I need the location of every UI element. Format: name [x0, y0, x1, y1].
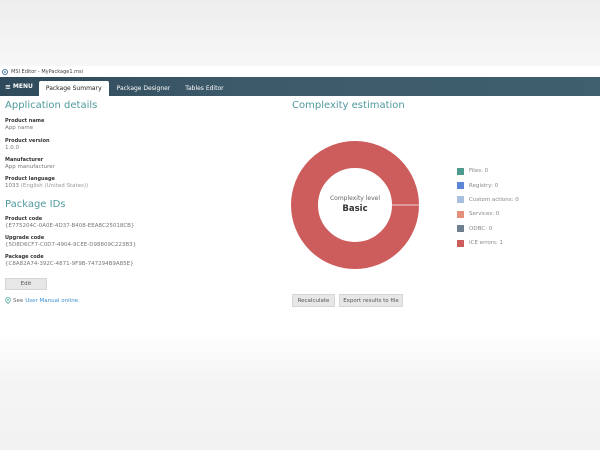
- legend-label-ice-errors: ICE errors: 1: [469, 240, 503, 247]
- legend-label-files: Files: 0: [469, 168, 489, 175]
- package-code-value: {C8A82A74-392C-4871-9F9B-747294B9A85E}: [5, 261, 134, 267]
- complexity-level-value: Basic: [342, 204, 368, 214]
- legend-item-ice-errors: ICE errors: 1: [457, 236, 519, 250]
- tab-package-designer[interactable]: Package Designer: [110, 81, 178, 96]
- legend-swatch-registry: [457, 182, 464, 190]
- product-language-label: Product language: [5, 176, 55, 182]
- product-name-label: Product name: [5, 118, 45, 124]
- help-prefix: See: [13, 297, 24, 304]
- legend-item-odbc: ODBC: 0: [457, 222, 519, 236]
- complexity-heading: Complexity estimation: [292, 100, 405, 111]
- upgrade-code-value: {5D8D6CF7-C0D7-4904-9CEE-D98809C223B3}: [5, 242, 137, 248]
- product-language-hint: (English (United States)): [20, 183, 89, 189]
- app-icon: [2, 68, 8, 75]
- product-name-value: App name: [5, 125, 34, 131]
- product-version-label: Product version: [5, 138, 50, 144]
- export-results-button[interactable]: Export results to file: [339, 294, 403, 307]
- product-code-label: Product code: [5, 216, 43, 222]
- upgrade-code-label: Upgrade code: [5, 235, 45, 241]
- legend-item-services: Services: 0: [457, 207, 519, 221]
- legend-label-services: Services: 0: [469, 211, 500, 218]
- legend-swatch-custom-actions: [457, 196, 464, 204]
- product-version-value: 1.0.0: [5, 145, 19, 151]
- legend-swatch-odbc: [457, 225, 464, 233]
- tab-package-summary[interactable]: Package Summary: [38, 81, 109, 96]
- window-top-background: [0, 0, 600, 66]
- manufacturer-label: Manufacturer: [5, 157, 44, 163]
- manufacturer-value: App manufacturer: [5, 164, 55, 170]
- menu-button[interactable]: ≡ MENU: [0, 77, 39, 96]
- legend-item-files: Files: 0: [457, 164, 519, 178]
- application-details-heading: Application details: [5, 100, 98, 111]
- legend-label-registry: Registry: 0: [469, 182, 499, 189]
- complexity-legend: Files: 0 Registry: 0 Custom actions: 0 S…: [457, 164, 519, 250]
- recalculate-button[interactable]: Recalculate: [292, 294, 335, 307]
- legend-swatch-files: [457, 167, 464, 175]
- location-pin-icon: [5, 297, 11, 304]
- product-code-value: {E775204C-0A0E-4D37-B408-EEA8C25018CB}: [5, 223, 135, 229]
- window-titlebar: MSI Editor - MyPackage1.msi: [0, 66, 600, 77]
- window-title: MSI Editor - MyPackage1.msi: [11, 68, 83, 75]
- product-language-value: 1033 (English (United States)): [5, 183, 88, 189]
- legend-label-odbc: ODBC: 0: [469, 225, 493, 232]
- help-line: See User Manual online.: [5, 297, 80, 304]
- hamburger-icon: ≡: [5, 82, 11, 91]
- legend-swatch-services: [457, 210, 464, 218]
- tab-tables-editor[interactable]: Tables Editor: [178, 81, 230, 96]
- edit-button[interactable]: Edit: [5, 278, 47, 290]
- complexity-level-label: Complexity level: [329, 195, 381, 202]
- legend-item-custom-actions: Custom actions: 0: [457, 193, 519, 207]
- menu-label: MENU: [12, 83, 33, 90]
- window-bottom-background: [0, 332, 600, 450]
- user-manual-link[interactable]: User Manual online.: [25, 298, 80, 304]
- legend-label-custom-actions: Custom actions: 0: [469, 196, 519, 203]
- product-language-code: 1033: [5, 183, 19, 189]
- package-ids-heading: Package IDs: [5, 199, 66, 210]
- package-code-label: Package code: [5, 254, 44, 260]
- menu-bar: ≡ MENU Package Summary Package Designer …: [0, 77, 600, 96]
- legend-item-registry: Registry: 0: [457, 178, 519, 192]
- legend-swatch-ice-errors: [457, 239, 464, 247]
